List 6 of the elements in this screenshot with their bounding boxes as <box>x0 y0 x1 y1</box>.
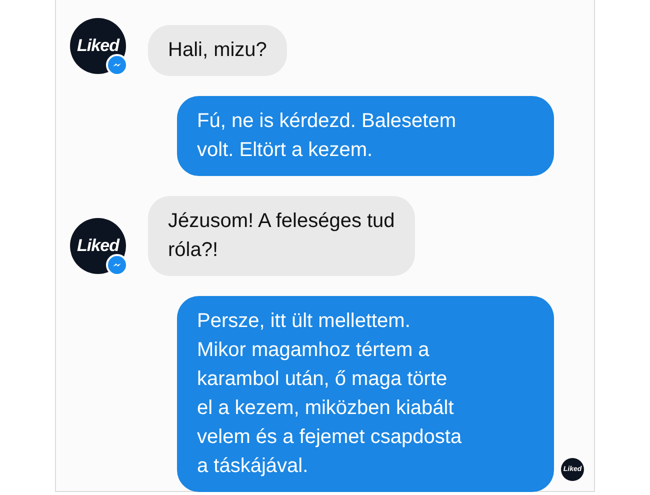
message-bubble: Hali, mizu? <box>148 25 287 76</box>
message-bubble: Jézusom! A feleséges tud róla?! <box>148 196 415 276</box>
avatar: Liked <box>70 18 126 74</box>
message-bubble: Fú, ne is kérdezd. Balesetem volt. Eltört a kezem. <box>177 96 554 176</box>
avatar: Liked <box>70 218 126 274</box>
message-bubble: Persze, itt ült mellettem. Mikor magamhoz tértem a karambol után, ő maga törte el a kezem, miközben kiabált velem és a fejemet csapdosta a táskájával. <box>177 296 554 492</box>
